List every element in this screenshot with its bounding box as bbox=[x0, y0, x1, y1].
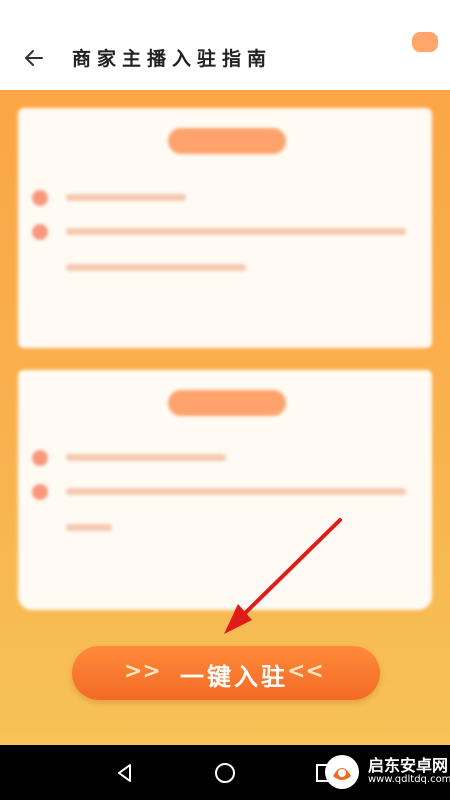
watermark: 启东安卓网 www.qdltdq.com bbox=[318, 748, 450, 796]
join-now-button[interactable]: >> 一键入驻 << bbox=[72, 646, 380, 700]
text-line bbox=[66, 194, 186, 201]
guide-card bbox=[18, 108, 432, 348]
bullet-icon bbox=[32, 224, 48, 240]
text-line bbox=[66, 524, 112, 531]
watermark-name: 启东安卓网 bbox=[368, 756, 449, 775]
watermark-logo-icon bbox=[325, 755, 359, 789]
corner-badge bbox=[412, 32, 438, 52]
bullet-icon bbox=[32, 484, 48, 500]
guide-card bbox=[18, 370, 432, 610]
cta-label: 一键入驻 bbox=[180, 663, 288, 691]
back-arrow-icon[interactable] bbox=[22, 46, 46, 70]
card-section-tab bbox=[168, 128, 286, 154]
bullet-icon bbox=[32, 190, 48, 206]
page-title: 商家主播入驻指南 bbox=[72, 48, 273, 70]
cta-arrows-right: << bbox=[287, 659, 324, 684]
bullet-icon bbox=[32, 450, 48, 466]
triangle-back-icon[interactable] bbox=[112, 760, 138, 786]
text-line bbox=[66, 264, 246, 271]
cta-arrows-left: >> bbox=[124, 659, 161, 684]
text-line bbox=[66, 488, 406, 495]
text-line bbox=[66, 454, 226, 461]
circle-home-icon[interactable] bbox=[212, 760, 238, 786]
card-section-tab bbox=[168, 390, 286, 416]
app-header: 商家主播入驻指南 bbox=[0, 26, 450, 90]
watermark-url: www.qdltdq.com bbox=[368, 774, 450, 785]
status-bar bbox=[0, 0, 450, 26]
text-line bbox=[66, 228, 406, 235]
